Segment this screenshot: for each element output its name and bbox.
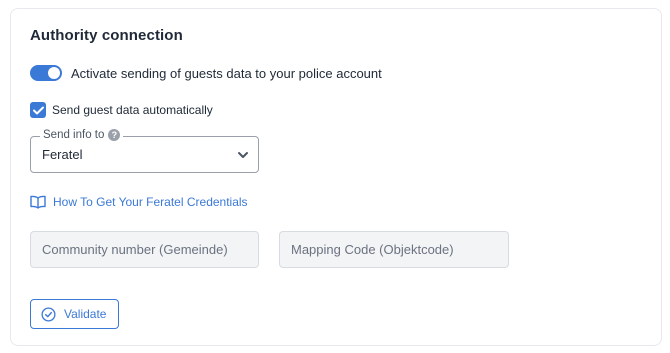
toggle-knob — [48, 67, 60, 79]
validate-button[interactable]: Validate — [30, 299, 120, 329]
send-info-to-value: Feratel — [42, 147, 83, 162]
book-open-icon — [30, 195, 46, 209]
send-info-to-legend: Send info to ? — [40, 129, 124, 141]
validate-button-label: Validate — [64, 307, 107, 321]
send-info-to-label: Send info to — [43, 129, 105, 141]
chevron-down-icon — [238, 152, 248, 158]
feratel-credentials-link-text: How To Get Your Feratel Credentials — [53, 195, 248, 209]
auto-send-label: Send guest data automatically — [52, 103, 213, 117]
feratel-credentials-link[interactable]: How To Get Your Feratel Credentials — [30, 195, 248, 209]
question-circle-icon[interactable]: ? — [108, 129, 121, 141]
authority-connection-card: Authority connection Activate sending of… — [10, 8, 662, 346]
check-circle-icon — [41, 306, 56, 322]
community-number-input[interactable] — [30, 231, 259, 268]
auto-send-checkbox[interactable] — [30, 102, 46, 118]
section-title: Authority connection — [30, 27, 183, 44]
police-sending-toggle[interactable] — [30, 65, 62, 81]
send-info-to-select[interactable]: Send info to ? Feratel — [30, 129, 259, 173]
mapping-code-input[interactable] — [279, 231, 509, 268]
checkmark-icon — [32, 106, 44, 114]
police-sending-toggle-label: Activate sending of guests data to your … — [71, 66, 382, 81]
